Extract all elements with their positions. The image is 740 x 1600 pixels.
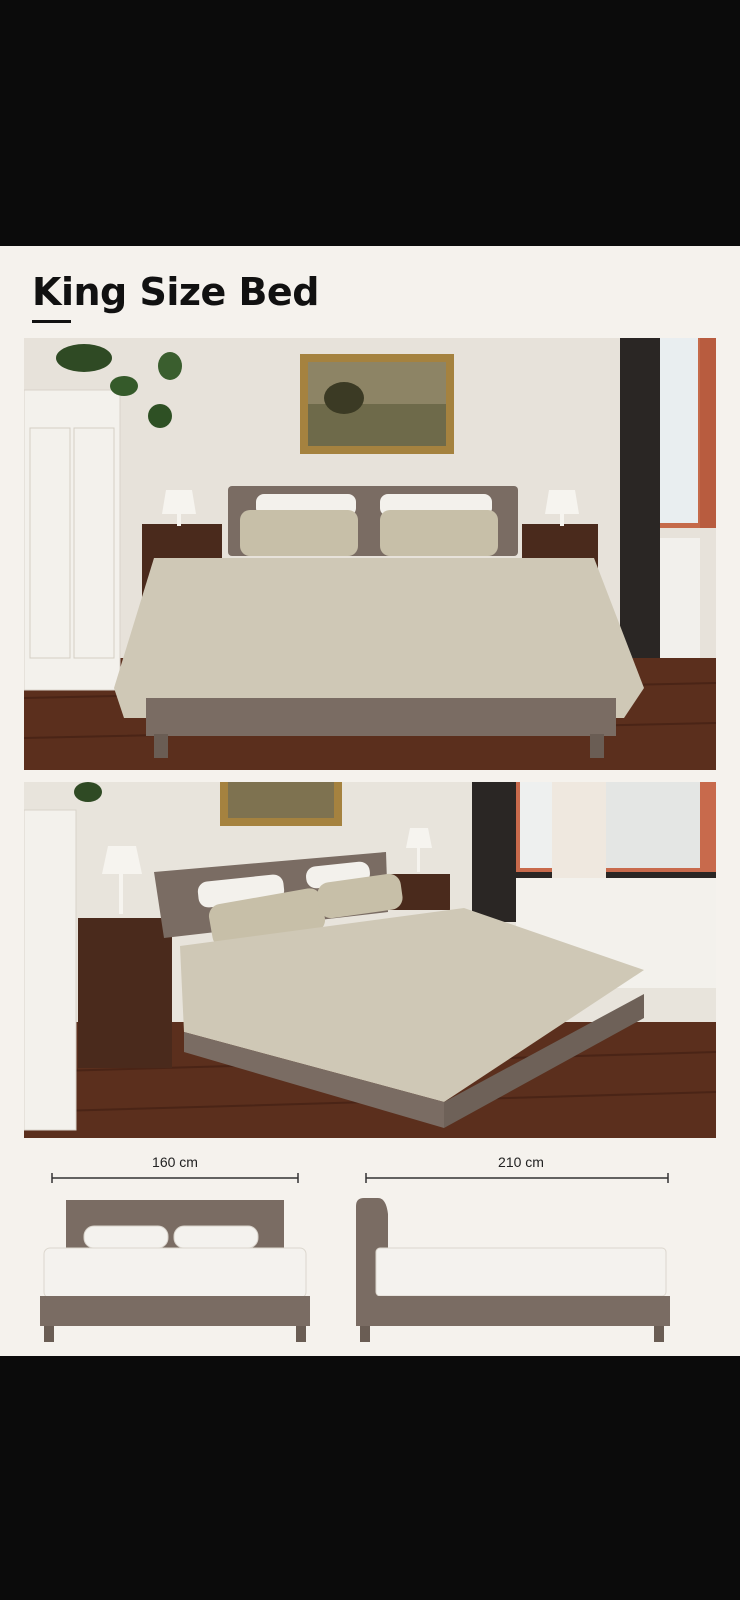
dimension-arrow-icon xyxy=(51,1173,299,1183)
front-bed-illustration xyxy=(40,1173,310,1342)
front-view-photo[interactable] xyxy=(24,338,716,770)
length-label: 210 cm xyxy=(498,1154,544,1170)
page-title: King Size Bed xyxy=(32,270,319,314)
dimension-arrow-icon xyxy=(365,1173,669,1183)
title-underline xyxy=(32,320,71,323)
angled-view-photo[interactable] xyxy=(24,782,716,1138)
front-dimension-diagram: 160 cm xyxy=(40,1154,310,1354)
side-dimension-diagram: 210 cm xyxy=(356,1154,686,1354)
width-label: 160 cm xyxy=(152,1154,198,1170)
product-card: King Size Bed 160 cm 210 cm xyxy=(0,246,740,1356)
side-bed-illustration xyxy=(356,1173,670,1342)
